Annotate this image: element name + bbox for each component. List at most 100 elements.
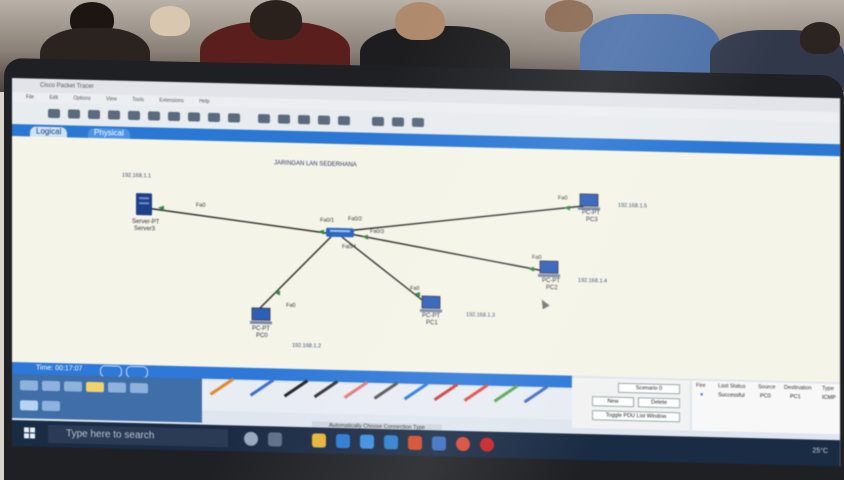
connection-types xyxy=(202,377,572,420)
pc-icon xyxy=(420,295,442,313)
person-head xyxy=(150,6,190,36)
person-head xyxy=(250,0,302,40)
pdu-source: PC0 xyxy=(760,393,771,400)
auto-connection-icon[interactable] xyxy=(209,377,235,396)
pdu-fire-dot[interactable]: ● xyxy=(700,392,703,398)
pdu-header-destination: Destination xyxy=(784,384,812,392)
components-icon[interactable] xyxy=(64,381,82,392)
pc3-ip: 192.168.1.5 xyxy=(618,202,648,210)
wizard-icon[interactable] xyxy=(128,110,140,121)
network-devices-icon[interactable] xyxy=(20,380,38,391)
copy-icon[interactable] xyxy=(168,111,180,122)
multiuser-icon[interactable] xyxy=(130,382,148,394)
pc2-type: PC-PT xyxy=(542,277,560,285)
task-view-icon[interactable] xyxy=(268,432,282,447)
serial-dte-icon[interactable] xyxy=(463,383,489,402)
pc0-ip: 192.168.1.2 xyxy=(292,342,322,350)
windows-start-icon[interactable] xyxy=(24,427,36,439)
copper-cross-icon[interactable] xyxy=(313,380,339,399)
pc1-type: PC-PT xyxy=(422,313,440,320)
cable-switch-pc3 xyxy=(351,205,585,232)
port-switch-fa03: Fa0/3 xyxy=(370,228,385,236)
routers-icon[interactable] xyxy=(20,400,38,411)
cable-switch-pc2 xyxy=(351,233,545,272)
link-light xyxy=(528,266,534,272)
system-tray-temp: 25°C xyxy=(812,447,828,455)
server-type: Server-PT xyxy=(132,218,160,226)
pdu-type: ICMP xyxy=(822,394,836,402)
person-head xyxy=(800,22,840,54)
pdu-status: Successful xyxy=(718,392,745,399)
pc1-ip: 192.168.1.3 xyxy=(466,312,496,319)
drawing-palette-icon[interactable] xyxy=(318,115,330,125)
port-server-fa0: Fa0 xyxy=(196,202,206,209)
zoom-reset-icon[interactable] xyxy=(278,114,290,124)
pc3-type: PC-PT xyxy=(582,209,600,217)
cluster-icon[interactable] xyxy=(392,117,404,127)
delete-scenario-button[interactable]: Delete xyxy=(638,397,680,409)
menu-extensions[interactable]: Extensions xyxy=(159,98,183,105)
time-display: Time: 00:17:07 xyxy=(36,364,83,373)
viewport-icon[interactable] xyxy=(372,116,384,127)
print-icon[interactable] xyxy=(108,110,120,120)
pdu-header-fire: Fire xyxy=(696,382,706,389)
server-ip: 192.168.1.1 xyxy=(122,172,152,180)
iot-custom-icon[interactable] xyxy=(523,385,549,404)
serial-dce-icon[interactable] xyxy=(433,383,459,402)
open-icon[interactable] xyxy=(68,109,80,119)
paste-icon[interactable] xyxy=(188,112,200,122)
chrome-icon[interactable] xyxy=(456,436,470,452)
connections-icon[interactable] xyxy=(86,381,104,393)
mail-icon[interactable] xyxy=(412,117,424,128)
pc-icon xyxy=(250,307,272,325)
new-scenario-button[interactable]: New xyxy=(592,396,634,408)
phone-icon[interactable] xyxy=(373,381,399,400)
fiber-icon[interactable] xyxy=(343,380,369,399)
redo-icon[interactable] xyxy=(228,113,240,123)
custom-device-icon[interactable] xyxy=(338,115,350,126)
pdu-list: Fire Last Status Source Destination Type… xyxy=(692,380,840,435)
cortana-icon[interactable] xyxy=(244,431,258,447)
zoom-in-icon[interactable] xyxy=(258,114,270,124)
coaxial-icon[interactable] xyxy=(403,382,429,401)
taskbar-search[interactable]: Type here to search xyxy=(48,424,228,448)
server-name: Server3 xyxy=(134,225,156,233)
network-info-icon[interactable] xyxy=(148,111,160,121)
misc-icon[interactable] xyxy=(108,382,126,393)
end-devices-icon[interactable] xyxy=(42,380,60,392)
link-light xyxy=(362,234,368,240)
menu-tools[interactable]: Tools xyxy=(132,97,144,103)
menu-file[interactable]: File xyxy=(26,94,34,100)
toggle-pdu-button[interactable]: Toggle PDU List Window xyxy=(592,410,680,423)
menu-edit[interactable]: Edit xyxy=(49,95,58,101)
port-pc3-fa0: Fa0 xyxy=(558,195,568,202)
opera-icon[interactable] xyxy=(480,437,494,452)
mail-app-icon[interactable] xyxy=(360,434,374,449)
file-explorer-icon[interactable] xyxy=(312,433,326,448)
save-icon[interactable] xyxy=(88,109,100,120)
office-icon[interactable] xyxy=(408,435,422,451)
store-icon[interactable] xyxy=(336,433,350,449)
zoom-out-icon[interactable] xyxy=(298,114,310,125)
menu-options[interactable]: Options xyxy=(73,96,90,102)
packet-tracer-icon[interactable] xyxy=(432,436,446,451)
octal-icon[interactable] xyxy=(493,384,519,403)
menu-view[interactable]: View xyxy=(106,96,117,102)
copper-straight-icon[interactable] xyxy=(283,379,309,398)
pc0-type: PC-PT xyxy=(252,325,270,333)
pc3-name: PC3 xyxy=(586,217,598,224)
menu-help[interactable]: Help xyxy=(199,99,209,105)
pc-icon xyxy=(538,260,560,278)
console-cable-icon[interactable] xyxy=(249,378,275,397)
person-head xyxy=(395,2,445,40)
undo-icon[interactable] xyxy=(208,112,220,123)
pdu-header-source: Source xyxy=(758,384,776,391)
scenario-select[interactable]: Scenario 0 xyxy=(618,382,680,395)
laptop-screen: Cisco Packet Tracer File Edit Options Vi… xyxy=(12,78,840,467)
new-icon[interactable] xyxy=(48,108,60,119)
server-icon xyxy=(136,193,152,216)
vscode-icon[interactable] xyxy=(384,435,398,450)
switches-icon[interactable] xyxy=(42,400,60,412)
pc1-name: PC1 xyxy=(426,320,438,327)
logical-workspace[interactable]: JARINGAN LAN SEDERHANA 192.168.1.1 Serve… xyxy=(12,136,840,383)
